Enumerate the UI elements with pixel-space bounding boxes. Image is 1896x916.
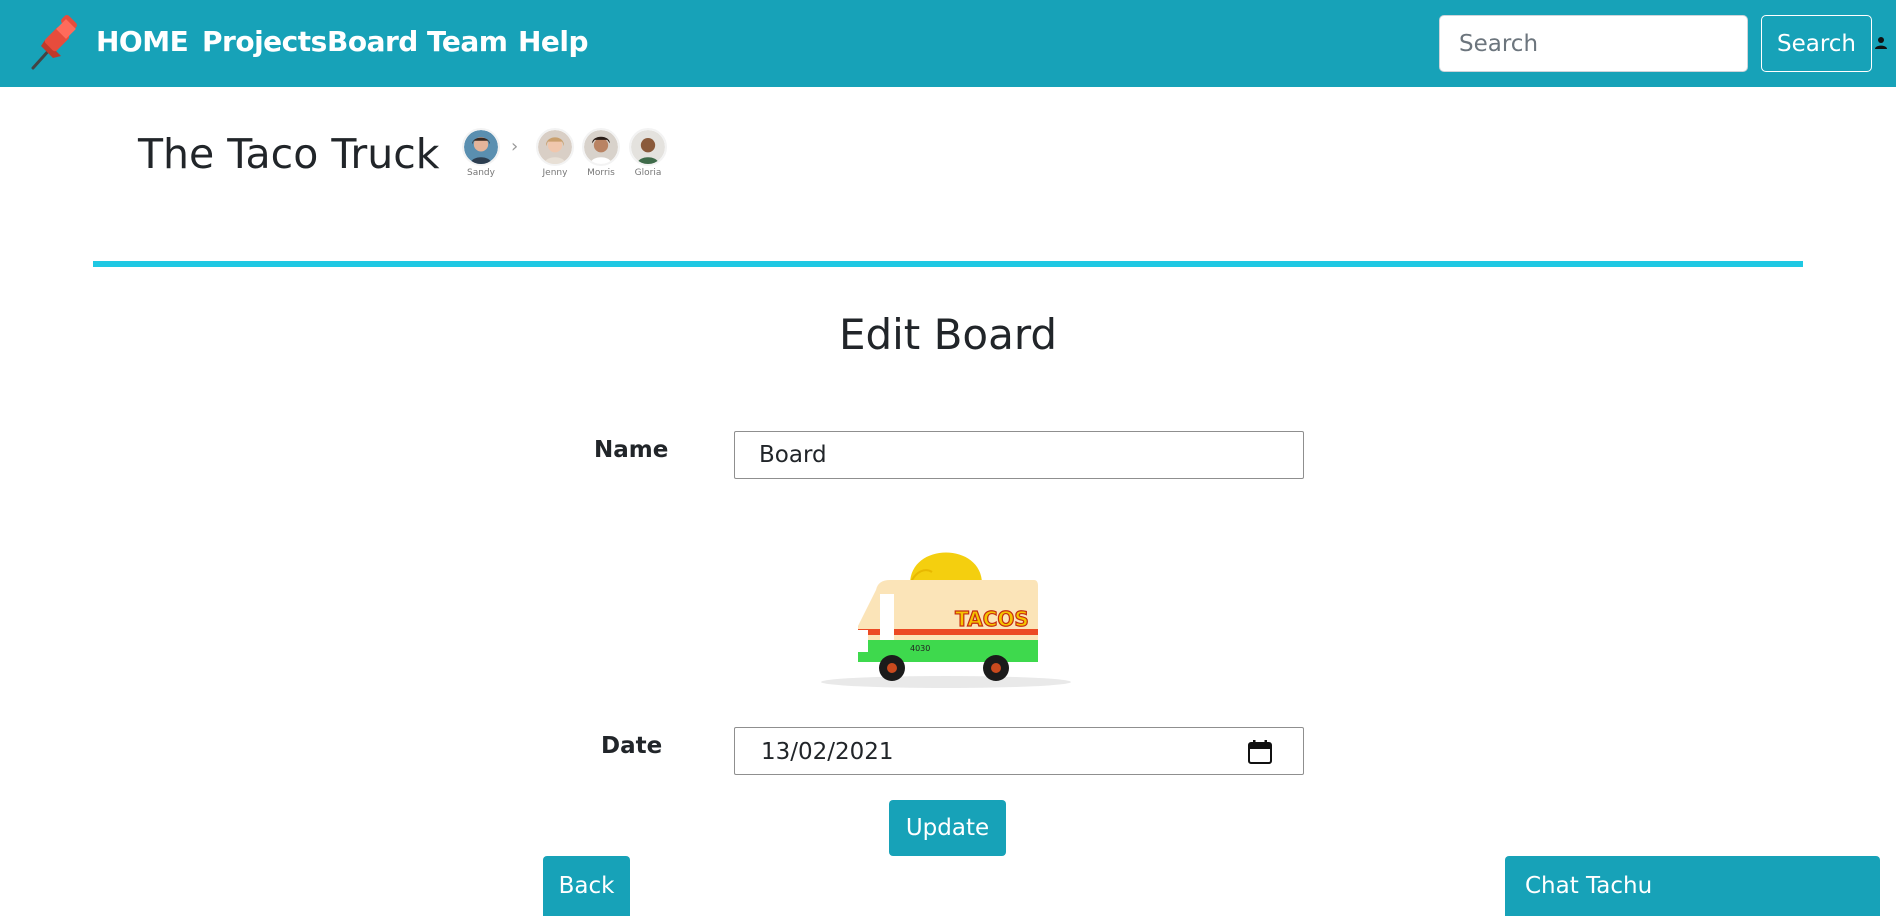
search-input[interactable] [1439,15,1748,72]
member-avatar-gloria[interactable]: Gloria [626,128,670,178]
chat-button[interactable]: Chat Tachu [1505,856,1880,916]
date-label: Date [601,733,663,759]
member-name: Gloria [634,168,662,178]
nav-projects[interactable]: Projects [202,25,327,58]
nav-home[interactable]: HOME [96,25,189,58]
form-heading: Edit Board [838,310,1058,359]
avatar [462,128,500,166]
back-button[interactable]: Back [543,856,630,916]
nav-help[interactable]: Help [518,25,589,58]
user-icon[interactable] [1874,36,1888,50]
nav-team[interactable]: Team [427,25,508,58]
avatar [536,128,574,166]
taco-sign: TACOS [955,607,1029,631]
date-value[interactable]: 13/02/2021 [761,739,894,765]
nav-board[interactable]: Board [327,25,418,58]
member-name: Sandy [467,168,495,178]
member-avatar-jenny[interactable]: Jenny [533,128,577,178]
license-plate: 4030 [910,644,930,653]
pushpin-icon[interactable] [27,14,85,72]
member-name: Morris [587,168,615,178]
member-avatar-morris[interactable]: Morris [579,128,623,178]
section-divider [93,261,1803,267]
member-avatar-sandy[interactable]: Sandy [459,128,503,178]
calendar-icon[interactable] [1247,739,1273,765]
name-label: Name [594,437,669,463]
search-button[interactable]: Search [1761,15,1872,72]
avatar [582,128,620,166]
top-navbar: HOME Projects Board Team Help Search [0,0,1896,87]
member-name: Jenny [542,168,568,178]
name-field[interactable] [734,431,1304,479]
chevron-right-icon: › [511,136,519,157]
board-image: TACOS 4030 [821,552,1071,688]
update-button[interactable]: Update [889,800,1006,856]
avatar [629,128,667,166]
project-title: The Taco Truck [138,130,440,178]
date-field[interactable]: 13/02/2021 [734,727,1304,775]
